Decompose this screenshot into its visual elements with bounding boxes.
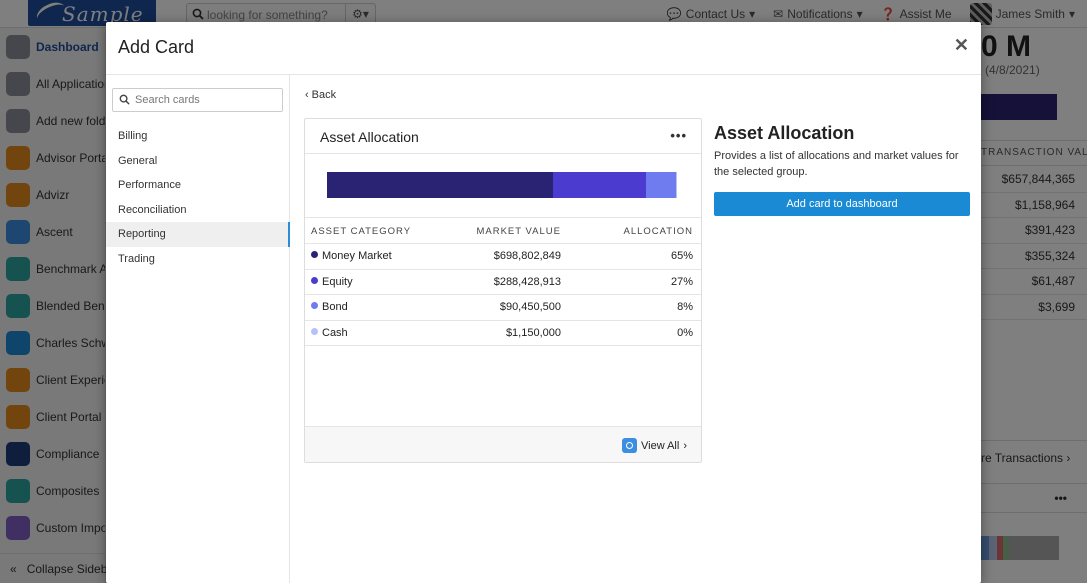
back-button[interactable]: ‹ Back [305, 89, 336, 101]
description-text: Provides a list of allocations and marke… [714, 150, 959, 178]
asset-category-cell: Money Market [311, 250, 392, 262]
table-header: ASSET CATEGORY MARKET VALUE ALLOCATION [305, 217, 701, 244]
search-icon [119, 94, 130, 105]
category-color-dot-icon [311, 302, 318, 309]
card-header: Asset Allocation ••• [305, 119, 701, 154]
asset-category-label: Bond [322, 301, 348, 313]
category-panel: BillingGeneralPerformanceReconciliationR… [106, 75, 290, 583]
allocation-bar-segment [327, 172, 554, 198]
category-item[interactable]: Performance [106, 173, 290, 198]
card-footer: View All › [305, 426, 701, 462]
asset-category-label: Cash [322, 326, 348, 339]
allocation-bar [327, 172, 677, 198]
back-label: Back [311, 89, 337, 101]
add-card-to-dashboard-button[interactable]: Add card to dashboard [714, 192, 970, 216]
market-value-cell: $288,428,913 [493, 275, 561, 288]
column-header-allocation: ALLOCATION [623, 226, 693, 237]
category-item[interactable]: General [106, 149, 290, 174]
add-card-modal: Add Card ✕ BillingGeneralPerformanceReco… [106, 22, 981, 583]
description-title: Asset Allocation [714, 123, 855, 143]
asset-category-cell: Cash [311, 327, 348, 339]
allocation-cell: 27% [670, 275, 693, 288]
view-all-icon [622, 438, 637, 453]
table-row: Bond $90,450,500 8% [305, 295, 701, 321]
modal-title: Add Card [118, 37, 195, 57]
table-row: Equity $288,428,913 27% [305, 270, 701, 295]
category-color-dot-icon [311, 276, 318, 284]
category-item[interactable]: Billing [106, 124, 290, 149]
view-all-link[interactable]: View All › [622, 438, 687, 453]
column-header-asset-category: ASSET CATEGORY [311, 226, 412, 237]
modal-header: Add Card ✕ [106, 22, 981, 75]
view-all-label: View All [641, 439, 680, 452]
market-value-cell: $1,150,000 [505, 326, 561, 339]
category-item[interactable]: Trading [106, 247, 290, 272]
category-item[interactable]: Reconciliation [106, 198, 290, 223]
table-row: Money Market $698,802,849 65% [305, 244, 701, 270]
allocation-bar-segment [553, 172, 647, 198]
asset-category-label: Money Market [322, 250, 392, 262]
chevron-right-icon: › [683, 439, 687, 452]
market-value-cell: $698,802,849 [493, 250, 561, 262]
card-menu-icon[interactable]: ••• [670, 128, 687, 143]
allocation-cell: 65% [670, 250, 693, 262]
asset-allocation-card: Asset Allocation ••• ASSET CATEGORY MARK… [304, 118, 702, 463]
allocation-cell: 0% [677, 326, 693, 339]
card-title: Asset Allocation [320, 129, 419, 145]
category-list: Billing General Performance Reconciliation R… [106, 124, 290, 272]
asset-category-label: Equity [322, 275, 353, 288]
allocation-bar-segment [676, 172, 677, 198]
category-item[interactable]: Reporting [106, 222, 290, 247]
close-icon[interactable]: ✕ [954, 35, 969, 56]
column-header-market-value: MARKET VALUE [476, 226, 561, 237]
category-color-dot-icon [311, 251, 318, 258]
chevron-left-icon: ‹ [305, 89, 309, 101]
asset-category-cell: Bond [311, 301, 348, 313]
allocation-cell: 8% [677, 301, 693, 313]
allocation-bar-segment [646, 172, 677, 198]
market-value-cell: $90,450,500 [499, 301, 561, 313]
card-search-input[interactable] [135, 92, 275, 108]
asset-category-cell: Equity [311, 276, 353, 288]
category-color-dot-icon [311, 327, 318, 335]
card-search-field[interactable] [112, 88, 283, 112]
table-row: Cash $1,150,000 0% [305, 321, 701, 346]
